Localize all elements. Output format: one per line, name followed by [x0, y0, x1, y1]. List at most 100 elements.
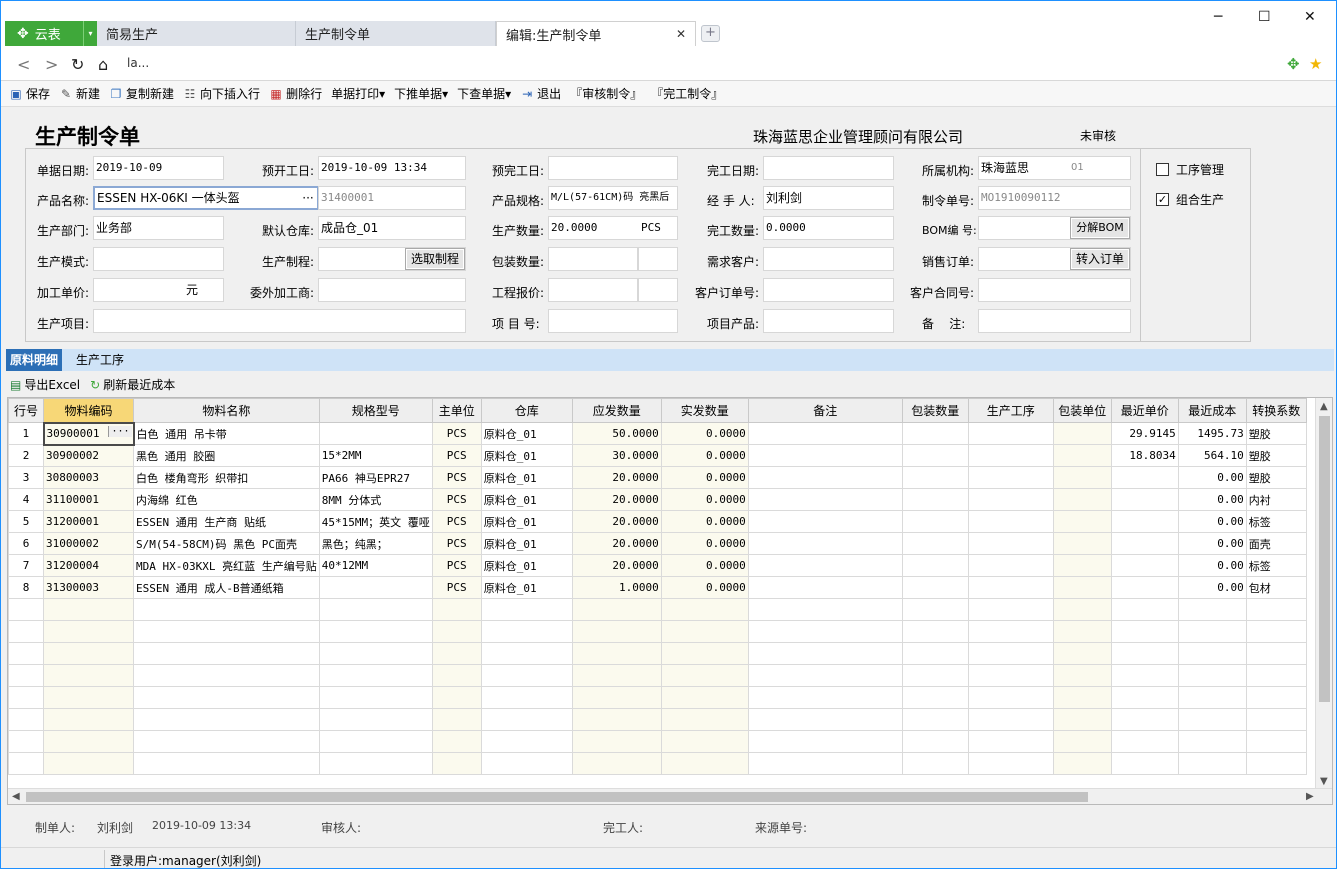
table-cell[interactable]	[747, 686, 903, 709]
table-cell[interactable]	[901, 576, 969, 599]
table-cell[interactable]	[967, 730, 1054, 753]
table-cell[interactable]	[1052, 620, 1112, 643]
table-cell[interactable]: 31000002	[43, 532, 134, 555]
table-cell[interactable]	[1110, 598, 1179, 621]
table-cell[interactable]	[133, 598, 320, 621]
table-cell[interactable]	[967, 664, 1054, 687]
table-cell[interactable]	[431, 620, 482, 643]
table-cell[interactable]	[901, 642, 969, 665]
vertical-scrollbar[interactable]: ▲ ▼	[1315, 398, 1332, 790]
table-cell[interactable]	[901, 554, 969, 577]
table-cell[interactable]	[660, 598, 749, 621]
table-cell[interactable]	[901, 598, 969, 621]
window-close-icon[interactable]: ✕	[1304, 9, 1316, 25]
table-row[interactable]	[8, 686, 1307, 709]
table-row[interactable]	[8, 730, 1307, 753]
table-cell[interactable]: 30.0000	[571, 444, 662, 467]
table-cell[interactable]	[1052, 752, 1112, 775]
ellipsis-icon[interactable]: ···	[301, 188, 315, 208]
table-cell[interactable]	[1052, 686, 1112, 709]
horizontal-scroll-thumb[interactable]	[26, 792, 1088, 802]
table-cell[interactable]	[571, 686, 662, 709]
column-header[interactable]: 最近单价	[1110, 398, 1179, 423]
quote-extra-field[interactable]	[638, 278, 678, 302]
table-cell[interactable]	[480, 642, 573, 665]
table-cell[interactable]	[571, 752, 662, 775]
table-cell[interactable]: 原料仓_01	[480, 510, 573, 533]
table-cell[interactable]	[967, 554, 1054, 577]
table-cell[interactable]: 内海绵 红色	[133, 488, 320, 511]
table-cell[interactable]	[8, 642, 44, 665]
table-cell[interactable]	[1052, 532, 1112, 555]
table-cell[interactable]	[1110, 510, 1179, 533]
table-cell[interactable]	[967, 708, 1054, 731]
chevron-down-icon[interactable]: ▾	[83, 21, 97, 46]
product-code-field[interactable]: 31400001	[318, 186, 466, 210]
table-cell[interactable]	[318, 730, 433, 753]
table-row[interactable]	[8, 642, 1307, 665]
home-icon[interactable]: ⌂	[98, 55, 108, 74]
column-header[interactable]: 主单位	[431, 398, 482, 423]
table-cell[interactable]	[901, 686, 969, 709]
select-process-button[interactable]: 选取制程	[405, 248, 465, 270]
insert-row-button[interactable]: ☷ 向下插入行	[183, 85, 260, 102]
table-cell[interactable]	[1177, 708, 1247, 731]
table-cell[interactable]	[1245, 620, 1307, 643]
table-cell[interactable]: PCS	[431, 532, 482, 555]
table-cell[interactable]: 20.0000	[571, 466, 662, 489]
table-cell[interactable]	[1177, 598, 1247, 621]
table-cell[interactable]: 0.0000	[660, 532, 749, 555]
table-cell[interactable]	[747, 598, 903, 621]
table-cell[interactable]: 45*15MM；英文 覆哑	[318, 510, 433, 533]
table-cell[interactable]: 31200004	[43, 554, 134, 577]
ellipsis-icon[interactable]: ···	[108, 425, 132, 437]
table-cell[interactable]	[318, 752, 433, 775]
table-cell[interactable]	[901, 708, 969, 731]
table-cell[interactable]	[967, 642, 1054, 665]
table-cell[interactable]	[1245, 752, 1307, 775]
maximize-icon[interactable]: ☐	[1258, 9, 1271, 25]
table-cell[interactable]	[901, 664, 969, 687]
table-cell[interactable]	[1177, 664, 1247, 687]
table-cell[interactable]	[1110, 576, 1179, 599]
cust-order-field[interactable]	[763, 278, 894, 302]
table-cell[interactable]: 内衬	[1245, 488, 1307, 511]
column-header[interactable]: 生产工序	[967, 398, 1054, 423]
table-cell[interactable]	[133, 642, 320, 665]
table-cell[interactable]	[8, 708, 44, 731]
table-cell[interactable]: 20.0000	[571, 488, 662, 511]
refresh-icon[interactable]: ↻	[71, 55, 84, 74]
table-cell[interactable]: 原料仓_01	[480, 444, 573, 467]
table-cell[interactable]	[480, 752, 573, 775]
table-cell[interactable]	[1177, 686, 1247, 709]
table-cell[interactable]	[1177, 642, 1247, 665]
table-cell[interactable]: 0.00	[1177, 554, 1247, 577]
new-tab-button[interactable]: +	[701, 25, 720, 42]
table-cell[interactable]	[133, 664, 320, 687]
table-cell[interactable]	[747, 730, 903, 753]
table-cell[interactable]	[8, 598, 44, 621]
table-cell[interactable]: 0.00	[1177, 488, 1247, 511]
table-cell[interactable]	[1110, 708, 1179, 731]
table-row[interactable]	[8, 752, 1307, 775]
pack-unit-field[interactable]	[638, 247, 678, 271]
table-cell[interactable]: 原料仓_01	[480, 466, 573, 489]
table-cell[interactable]: 包材	[1245, 576, 1307, 599]
column-header[interactable]: 转换系数	[1245, 398, 1307, 423]
table-cell[interactable]	[318, 620, 433, 643]
table-cell[interactable]: 15*2MM	[318, 444, 433, 467]
done-qty-field[interactable]: 0.0000	[763, 216, 894, 240]
table-cell[interactable]	[967, 444, 1054, 467]
push-down-menu[interactable]: 下推单据▾	[394, 85, 448, 102]
table-cell[interactable]	[1052, 510, 1112, 533]
query-down-menu[interactable]: 下查单据▾	[457, 85, 511, 102]
tab-production-order[interactable]: 生产制令单	[296, 21, 496, 46]
scroll-up-icon[interactable]: ▲	[1320, 401, 1328, 412]
table-cell[interactable]	[133, 686, 320, 709]
table-cell[interactable]	[1245, 598, 1307, 621]
table-cell[interactable]: PCS	[431, 444, 482, 467]
table-cell[interactable]	[431, 752, 482, 775]
table-cell[interactable]: 面壳	[1245, 532, 1307, 555]
table-cell[interactable]	[480, 686, 573, 709]
table-cell[interactable]	[967, 620, 1054, 643]
